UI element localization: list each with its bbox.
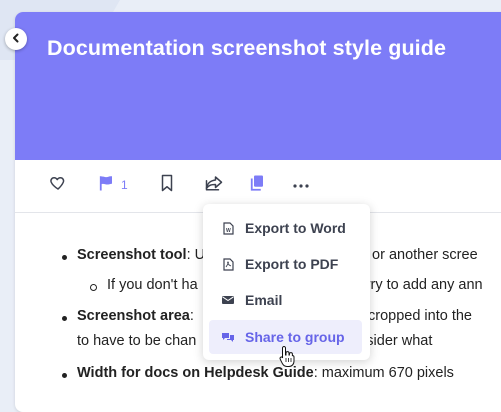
share-button[interactable] — [204, 174, 224, 196]
sub-bullet — [90, 284, 97, 291]
menu-item-label: Share to group — [245, 329, 345, 345]
word-file-icon: W — [221, 221, 235, 235]
item-text: ) or another scree — [363, 247, 478, 263]
menu-item-label: Export to Word — [245, 220, 346, 236]
more-options-button[interactable] — [293, 174, 309, 196]
item-text: : — [189, 308, 198, 324]
bullet — [62, 255, 67, 260]
export-to-word-item[interactable]: W Export to Word — [209, 211, 362, 245]
page-title: Documentation screenshot style guide — [47, 36, 447, 60]
item-text: to have to be chan — [77, 333, 197, 349]
list-item: Width for docs on Helpdesk Guide: maximu… — [77, 365, 454, 381]
envelope-icon — [221, 295, 235, 305]
menu-item-label: Export to PDF — [245, 256, 339, 272]
item-text: If you don't ha — [107, 277, 198, 293]
hand-pointer-cursor-icon — [279, 345, 295, 372]
item-text: erry to add any ann — [357, 277, 483, 293]
item-bold-text: Screenshot area — [77, 308, 190, 324]
back-button[interactable] — [5, 28, 27, 50]
more-dots-icon — [293, 176, 309, 194]
title-banner: Documentation screenshot style guide — [15, 12, 501, 160]
share-arrow-icon — [204, 174, 224, 197]
svg-text:W: W — [226, 228, 231, 234]
copy-button[interactable] — [249, 174, 265, 196]
chevron-left-icon — [11, 30, 21, 48]
menu-item-label: Email — [245, 292, 283, 308]
chat-bubbles-icon — [221, 332, 235, 343]
item-text: e cropped into the — [355, 308, 472, 324]
bullet — [62, 373, 67, 378]
share-dropdown-menu: W Export to Word Export to PDF Email Sha… — [203, 204, 370, 360]
flag-button[interactable]: 1 — [97, 174, 128, 196]
item-text: : maximum 670 pixels — [313, 365, 454, 381]
bookmark-button[interactable] — [159, 174, 175, 196]
like-button[interactable] — [49, 174, 67, 196]
copy-icon — [249, 174, 265, 197]
email-item[interactable]: Email — [209, 283, 362, 317]
bullet — [62, 316, 67, 321]
flag-icon — [97, 174, 115, 197]
export-to-pdf-item[interactable]: Export to PDF — [209, 247, 362, 281]
pdf-file-icon — [221, 257, 235, 271]
bookmark-icon — [159, 174, 175, 197]
heart-icon — [49, 174, 67, 197]
item-bold-text: Screenshot tool — [77, 247, 187, 263]
flag-count: 1 — [121, 178, 128, 192]
